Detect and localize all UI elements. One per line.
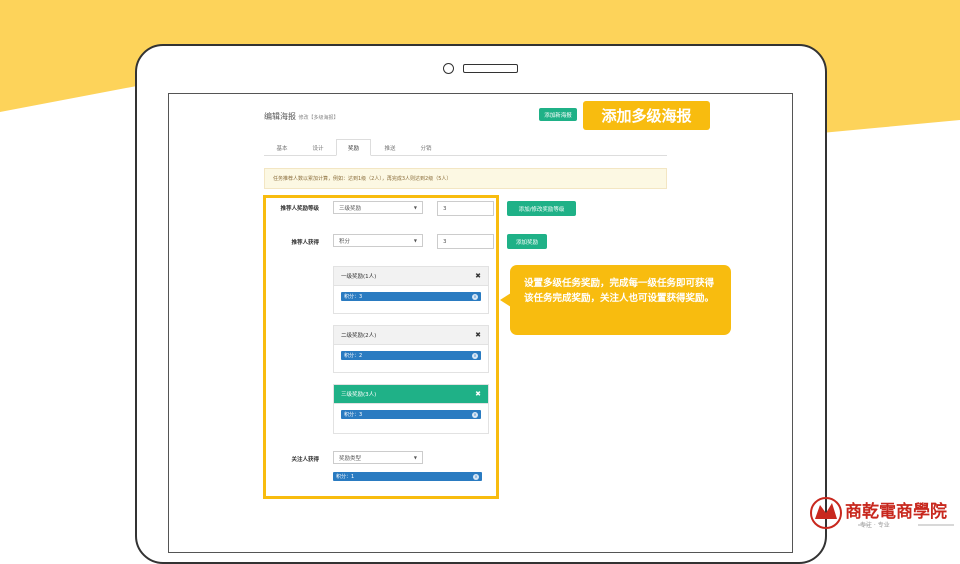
level-card-title: 二级奖励(2人) [341,333,377,339]
add-poster-button[interactable]: 添加新海报 [539,108,577,121]
follower-gets-label: 关注人获得 [291,457,319,463]
level-card: 二级奖励(2人) ✖ 积分：2 × [333,325,489,373]
reward-level-label: 推荐人奖励等级 [280,206,319,212]
reward-level-select[interactable]: 三级奖励 ▼ [333,201,423,214]
chevron-down-icon: ▼ [413,205,417,210]
logo-name: 商乾電商學院 [845,502,947,522]
tab-reward[interactable]: 奖励 [336,139,371,156]
tab-basic[interactable]: 基本 [264,139,300,156]
level-card: 三级奖励(3人) ✖ 积分：3 × [333,384,489,434]
add-reward-button[interactable]: 添加奖励 [507,234,547,249]
remove-icon[interactable]: × [473,473,479,480]
speaker-icon [463,64,518,73]
reward-level-select-value: 三级奖励 [339,205,362,212]
level-card-header: 一级奖励(1人) ✖ [334,267,488,286]
tab-design[interactable]: 设计 [300,139,336,156]
reward-pill: 积分：3 × [341,410,481,419]
level-card: 一级奖励(1人) ✖ 积分：3 × [333,266,489,314]
reward-pill: 积分：1 × [333,472,482,481]
referrer-reward-select[interactable]: 积分 ▼ [333,234,423,247]
page-title-sub: 修改【多级海报】 [298,115,339,121]
reward-pill-text: 积分：1 [336,474,355,480]
remove-icon[interactable]: × [472,352,478,359]
page-title: 编辑海报 修改【多级海报】 [264,111,339,122]
level-card-header: 三级奖励(3人) ✖ [334,385,488,404]
referrer-reward-select-value: 积分 [339,238,351,245]
notice-banner: 任务推荐人数以累加计算，例如：达到1级（2人），再完成3人则达到2级（5人） [264,168,667,189]
reward-pill-text: 积分：2 [344,353,363,359]
follower-reward-select-placeholder: 奖励类型 [339,455,362,462]
page-title-text: 编辑海报 [264,112,296,121]
tab-push[interactable]: 推送 [372,139,408,156]
referrer-gets-label: 推荐人获得 [291,240,319,246]
level-card-title: 三级奖励(3人) [341,392,377,398]
reward-pill-text: 积分：3 [344,412,363,418]
close-icon[interactable]: ✖ [475,331,481,339]
follower-reward-select[interactable]: 奖励类型 ▼ [333,451,423,464]
remove-icon[interactable]: × [472,411,478,418]
remove-icon[interactable]: × [472,293,478,300]
level-card-title: 一级奖励(1人) [341,274,377,280]
tab-distribution[interactable]: 分销 [408,139,444,156]
close-icon[interactable]: ✖ [475,390,481,398]
tab-bar: 基本 设计 奖励 推送 分销 [264,139,667,156]
reward-pill-text: 积分：3 [344,294,363,300]
edit-reward-level-button[interactable]: 添加/修改奖励等级 [507,201,576,216]
callout-title: 添加多级海报 [583,101,710,130]
callout-description: 设置多级任务奖励，完成每一级任务即可获得该任务完成奖励，关注人也可设置获得奖励。 [510,265,731,335]
chevron-down-icon: ▼ [413,238,417,243]
level-card-header: 二级奖励(2人) ✖ [334,326,488,345]
reward-level-input[interactable]: 3 [437,201,494,216]
reward-pill: 积分：2 × [341,351,481,360]
close-icon[interactable]: ✖ [475,272,481,280]
chevron-down-icon: ▼ [413,455,417,460]
logo-tagline: 专注 · 专业 [860,522,890,529]
referrer-reward-input[interactable]: 3 [437,234,494,249]
camera-icon [443,63,454,74]
reward-pill: 积分：3 × [341,292,481,301]
